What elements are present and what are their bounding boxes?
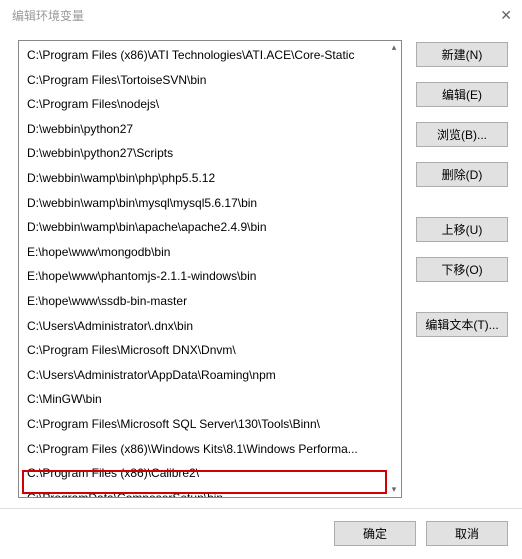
button-group-text: 编辑文本(T)... (416, 312, 508, 337)
ok-button[interactable]: 确定 (334, 521, 416, 546)
list-item[interactable]: C:\Program Files (x86)\Windows Kits\8.1\… (23, 437, 401, 462)
edit-text-button[interactable]: 编辑文本(T)... (416, 312, 508, 337)
content-area: C:\Program Files (x86)\ATI Technologies\… (0, 30, 522, 508)
list-item[interactable]: D:\webbin\wamp\bin\php\php5.5.12 (23, 166, 401, 191)
window-title: 编辑环境变量 (12, 7, 84, 24)
list-item[interactable]: D:\webbin\wamp\bin\mysql\mysql5.6.17\bin (23, 191, 401, 216)
dialog-window: 编辑环境变量 ✕ C:\Program Files (x86)\ATI Tech… (0, 0, 522, 559)
list-item[interactable]: C:\Program Files\Microsoft SQL Server\13… (23, 412, 401, 437)
dialog-footer: 确定 取消 (0, 508, 522, 559)
move-up-button[interactable]: 上移(U) (416, 217, 508, 242)
list-item[interactable]: E:\hope\www\phantomjs-2.1.1-windows\bin (23, 264, 401, 289)
list-item[interactable]: C:\Program Files (x86)\ATI Technologies\… (23, 43, 401, 68)
browse-button[interactable]: 浏览(B)... (416, 122, 508, 147)
list-item[interactable]: C:\Users\Administrator\.dnx\bin (23, 314, 401, 339)
list-item[interactable]: C:\Program Files\TortoiseSVN\bin (23, 68, 401, 93)
list-item[interactable]: C:\Program Files (x86)\Calibre2\ (23, 461, 401, 486)
list-item[interactable]: C:\MinGW\bin (23, 387, 401, 412)
scrollbar[interactable]: ▴ ▾ (388, 42, 400, 496)
delete-button[interactable]: 删除(D) (416, 162, 508, 187)
list-item[interactable]: C:\Users\Administrator\AppData\Roaming\n… (23, 363, 401, 388)
button-sidebar: 新建(N) 编辑(E) 浏览(B)... 删除(D) 上移(U) 下移(O) 编… (416, 40, 508, 498)
move-down-button[interactable]: 下移(O) (416, 257, 508, 282)
button-group-edit: 新建(N) 编辑(E) 浏览(B)... 删除(D) (416, 42, 508, 187)
titlebar: 编辑环境变量 ✕ (0, 0, 522, 30)
cancel-button[interactable]: 取消 (426, 521, 508, 546)
path-list[interactable]: C:\Program Files (x86)\ATI Technologies\… (19, 41, 401, 498)
list-item[interactable]: D:\webbin\wamp\bin\apache\apache2.4.9\bi… (23, 215, 401, 240)
list-item[interactable]: C:\ProgramData\ComposerSetup\bin (23, 486, 401, 498)
list-item[interactable]: D:\webbin\python27\Scripts (23, 141, 401, 166)
button-group-move: 上移(U) 下移(O) (416, 217, 508, 282)
scroll-down-icon[interactable]: ▾ (388, 484, 400, 496)
list-item[interactable]: C:\Program Files\nodejs\ (23, 92, 401, 117)
close-icon[interactable]: ✕ (482, 7, 512, 24)
list-item[interactable]: E:\hope\www\ssdb-bin-master (23, 289, 401, 314)
list-item[interactable]: D:\webbin\python27 (23, 117, 401, 142)
list-item[interactable]: C:\Program Files\Microsoft DNX\Dnvm\ (23, 338, 401, 363)
path-list-container: C:\Program Files (x86)\ATI Technologies\… (18, 40, 402, 498)
list-item[interactable]: E:\hope\www\mongodb\bin (23, 240, 401, 265)
scroll-up-icon[interactable]: ▴ (388, 42, 400, 54)
new-button[interactable]: 新建(N) (416, 42, 508, 67)
edit-button[interactable]: 编辑(E) (416, 82, 508, 107)
